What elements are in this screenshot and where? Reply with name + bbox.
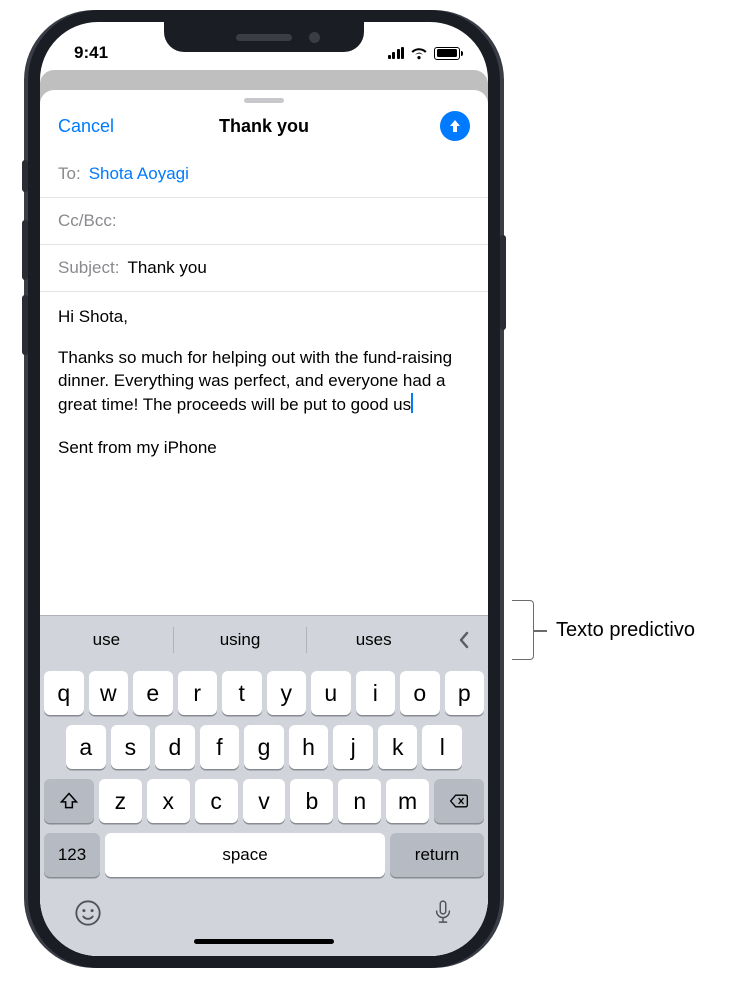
key-row-2: a s d f g h j k l <box>44 725 484 769</box>
key-v[interactable]: v <box>243 779 286 823</box>
compose-sheet: Cancel Thank you To: Shota Aoyagi Cc/Bcc… <box>40 90 488 956</box>
volume-down-button <box>22 295 28 355</box>
key-t[interactable]: t <box>222 671 262 715</box>
predictive-bar: use using uses <box>40 615 488 663</box>
key-u[interactable]: u <box>311 671 351 715</box>
predictive-suggestion-2[interactable]: using <box>174 627 308 653</box>
predictive-suggestion-1[interactable]: use <box>40 627 174 653</box>
mute-switch <box>22 160 28 192</box>
keyboard-footer <box>44 887 484 929</box>
key-j[interactable]: j <box>333 725 373 769</box>
predictive-suggestion-3[interactable]: uses <box>307 627 440 653</box>
annotation-label: Texto predictivo <box>556 619 695 642</box>
backspace-icon <box>449 791 469 811</box>
return-key[interactable]: return <box>390 833 484 877</box>
key-r[interactable]: r <box>178 671 218 715</box>
keyboard: q w e r t y u i o p a s d <box>40 663 488 956</box>
key-b[interactable]: b <box>290 779 333 823</box>
cellular-icon <box>388 47 405 59</box>
body-paragraph: Thanks so much for helping out with the … <box>58 347 470 417</box>
key-o[interactable]: o <box>400 671 440 715</box>
message-body[interactable]: Hi Shota, Thanks so much for helping out… <box>40 292 488 615</box>
key-q[interactable]: q <box>44 671 84 715</box>
screen: 9:41 Cancel Thank you To <box>40 22 488 956</box>
key-l[interactable]: l <box>422 725 462 769</box>
key-row-3: z x c v b n m <box>44 779 484 823</box>
key-x[interactable]: x <box>147 779 190 823</box>
key-g[interactable]: g <box>244 725 284 769</box>
status-time: 9:41 <box>74 43 108 63</box>
key-i[interactable]: i <box>356 671 396 715</box>
key-p[interactable]: p <box>445 671 485 715</box>
emoji-icon[interactable] <box>74 899 102 927</box>
sheet-grabber[interactable] <box>244 98 284 103</box>
to-recipient[interactable]: Shota Aoyagi <box>89 164 189 184</box>
to-field[interactable]: To: Shota Aoyagi <box>40 151 488 198</box>
key-s[interactable]: s <box>111 725 151 769</box>
key-w[interactable]: w <box>89 671 129 715</box>
body-greeting: Hi Shota, <box>58 306 470 329</box>
key-h[interactable]: h <box>289 725 329 769</box>
subject-value: Thank you <box>127 258 206 278</box>
key-e[interactable]: e <box>133 671 173 715</box>
shift-key[interactable] <box>44 779 94 823</box>
volume-up-button <box>22 220 28 280</box>
dictation-icon[interactable] <box>432 899 454 927</box>
battery-icon <box>434 47 460 60</box>
body-signature: Sent from my iPhone <box>58 437 470 460</box>
to-label: To: <box>58 164 81 184</box>
key-n[interactable]: n <box>338 779 381 823</box>
arrow-up-icon <box>447 118 463 134</box>
key-a[interactable]: a <box>66 725 106 769</box>
key-c[interactable]: c <box>195 779 238 823</box>
subject-field[interactable]: Subject: Thank you <box>40 245 488 292</box>
subject-label: Subject: <box>58 258 119 278</box>
annotation-bracket <box>512 600 534 660</box>
key-z[interactable]: z <box>99 779 142 823</box>
cancel-button[interactable]: Cancel <box>58 116 114 137</box>
key-d[interactable]: d <box>155 725 195 769</box>
speaker-grille <box>236 34 292 41</box>
cc-bcc-field[interactable]: Cc/Bcc: <box>40 198 488 245</box>
space-key[interactable]: space <box>105 833 385 877</box>
key-y[interactable]: y <box>267 671 307 715</box>
key-f[interactable]: f <box>200 725 240 769</box>
front-camera <box>309 32 320 43</box>
shift-icon <box>59 791 79 811</box>
key-row-1: q w e r t y u i o p <box>44 671 484 715</box>
key-row-4: 123 space return <box>44 833 484 877</box>
annotation-callout: Texto predictivo <box>512 600 695 660</box>
phone-frame: 9:41 Cancel Thank you To <box>28 10 500 968</box>
home-indicator[interactable] <box>194 939 334 944</box>
key-m[interactable]: m <box>386 779 429 823</box>
power-button <box>500 235 506 330</box>
send-button[interactable] <box>440 111 470 141</box>
chevron-left-icon <box>457 630 471 650</box>
key-k[interactable]: k <box>378 725 418 769</box>
notch <box>164 22 364 52</box>
numbers-key[interactable]: 123 <box>44 833 100 877</box>
backspace-key[interactable] <box>434 779 484 823</box>
sheet-title: Thank you <box>219 116 309 137</box>
predictive-collapse-button[interactable] <box>440 630 488 650</box>
wifi-icon <box>410 47 428 60</box>
text-cursor <box>411 393 413 413</box>
cc-label: Cc/Bcc: <box>58 211 117 231</box>
